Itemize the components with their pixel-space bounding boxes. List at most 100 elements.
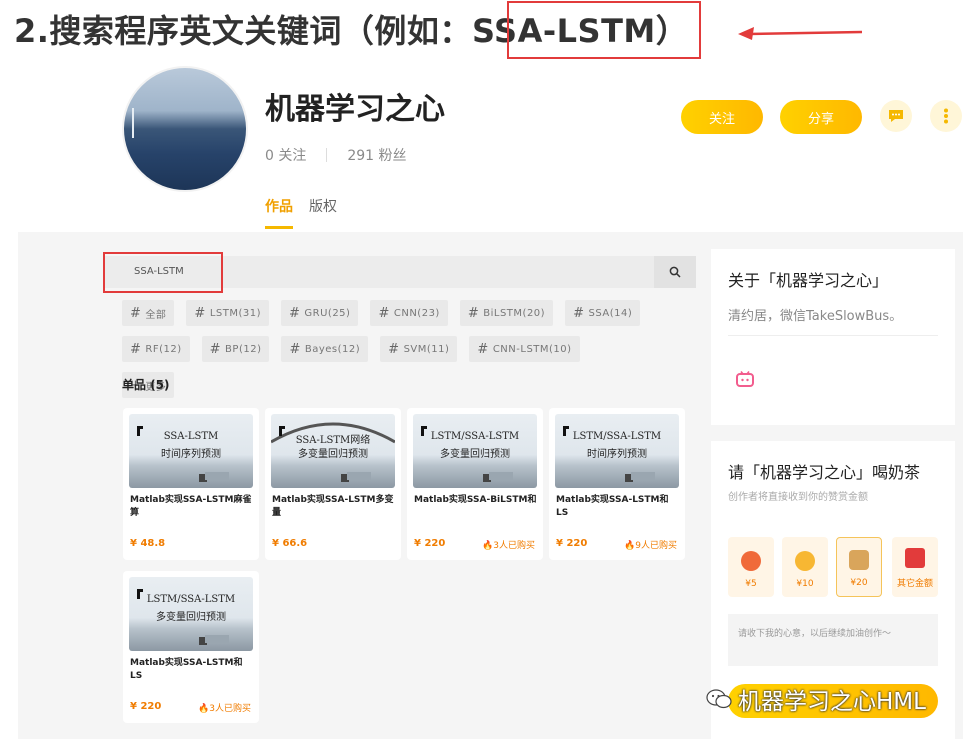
tag-label: GRU(25) [304,307,351,319]
product-thumbnail: SSA-LSTM网络 多变量回归预测 [271,414,395,488]
watermark-text: 机器学习之心HML [738,689,926,715]
fire-icon: 🔥 [624,541,636,551]
page-root: 2.搜索程序英文关键词（例如：SSA-LSTM） 机器学习之心 0 关注 291… [0,0,963,739]
search-button[interactable] [654,256,696,288]
thumb-bar [631,472,655,480]
about-divider [728,335,938,336]
buyers-text: 3人已购买 [209,704,251,714]
tag-ssa[interactable]: # SSA(14) [565,300,641,326]
tip-option-label: ¥5 [745,579,757,589]
hash-icon: # [130,305,142,321]
thumb-line-2: 时间序列预测 [587,449,647,460]
product-title: Matlab实现SSA-LSTM麻雀算 [130,495,252,518]
thumb-line-1: LSTM/SSA-LSTM [146,594,236,605]
watermark: 机器学习之心HML [706,682,926,716]
tag-label: CNN(23) [393,307,440,319]
product-price: ¥ 48.8 [130,538,166,549]
thumb-bar [205,635,229,643]
share-button[interactable]: 分享 [780,100,862,134]
more-button[interactable] [930,100,962,132]
stats-divider [326,148,328,162]
thumb-bar [347,472,371,480]
hash-icon: # [289,305,301,321]
tag-label: Bayes(12) [304,343,361,355]
works-count-label: 单品 (5) [122,378,170,392]
thumb-line-2: 多变量回归预测 [440,449,510,460]
product-title: Matlab实现SSA-LSTM和LS [556,495,669,518]
tip-option-20[interactable]: ¥20 [836,537,882,597]
product-title: Matlab实现SSA-LSTM和LS [130,658,243,681]
tag-label: 全部 [145,309,167,321]
tab-works[interactable]: 作品 [265,196,293,229]
chat-icon [889,110,903,122]
tip-option-label: 其它金额 [896,579,933,589]
tip-option-label: ¥10 [796,579,814,589]
tag-bilstm[interactable]: # BiLSTM(20) [459,300,554,326]
profile-tabs: 作品 版权 [265,196,337,229]
product-card[interactable]: LSTM/SSA-LSTM 多变量回归预测 Matlab实现SSA-BiLSTM… [407,408,543,560]
fire-icon: 🔥 [482,541,494,551]
tag-rf[interactable]: # RF(12) [122,336,190,362]
pointer-arrow-icon [738,27,863,40]
buyers-text: 3人已购买 [493,541,535,551]
hash-icon: # [194,305,206,321]
wechat-icon [706,689,732,709]
following-count[interactable]: 0 关注 [265,145,306,165]
tip-title: 请「机器学习之心」喝奶茶 [728,463,921,482]
product-price: ¥ 66.6 [272,538,308,549]
hash-icon: # [130,341,142,357]
tip-option-10[interactable]: ¥10 [782,537,828,597]
thumb-line-2: 多变量回归预测 [298,449,368,460]
tip-message-input[interactable]: 请收下我的心意，以后继续加油创作～ [728,614,938,666]
tag-label: SVM(11) [403,343,450,355]
thumb-line-1: LSTM/SSA-LSTM [430,431,520,442]
thumb-line-2: 时间序列预测 [161,449,221,460]
product-card[interactable]: SSA-LSTM网络 多变量回归预测 Matlab实现SSA-LSTM多变量 ¥… [265,408,401,560]
about-description: 清约居，微信TakeSlowBus。 [728,309,903,324]
tip-option-label: ¥20 [850,578,868,588]
avatar[interactable] [122,66,248,192]
tag-lstm[interactable]: # LSTM(31) [186,300,269,326]
lantern-icon [741,551,761,571]
follow-button[interactable]: 关注 [681,100,763,134]
tag-label: LSTM(31) [209,307,261,319]
about-title: 关于「机器学习之心」 [728,271,889,290]
tag-cnn[interactable]: # CNN(23) [370,300,448,326]
tag-all[interactable]: # 全部 [122,300,175,326]
product-thumbnail: LSTM/SSA-LSTM 多变量回归预测 [413,414,537,488]
tag-gru[interactable]: # GRU(25) [281,300,359,326]
hash-icon: # [209,341,222,357]
product-card[interactable]: LSTM/SSA-LSTM 时间序列预测 Matlab实现SSA-LSTM和LS… [549,408,685,560]
tab-copyright[interactable]: 版权 [309,196,337,229]
tag-cnn-lstm[interactable]: # CNN-LSTM(10) [469,336,580,362]
tag-label: BP(12) [225,343,262,355]
about-card: 关于「机器学习之心」 清约居，微信TakeSlowBus。 [711,249,955,425]
hash-icon: # [388,341,400,357]
chat-button[interactable] [880,100,912,132]
thumb-bar [205,472,229,480]
hash-icon: # [477,341,489,357]
thumb-line-2: 多变量回归预测 [156,612,226,623]
product-thumbnail: LSTM/SSA-LSTM 多变量回归预测 [129,577,253,651]
tag-label: CNN-LSTM(10) [492,343,572,355]
tip-option-custom[interactable]: 其它金额 [892,537,938,597]
bilibili-icon[interactable] [736,371,754,387]
product-thumbnail: LSTM/SSA-LSTM 时间序列预测 [555,414,679,488]
product-title: Matlab实现SSA-LSTM多变量 [272,495,394,518]
search-highlight-box [103,252,223,293]
tag-svm[interactable]: # SVM(11) [380,336,458,362]
buyers-count: 🔥3人已购买 [482,538,535,551]
thumb-bar [489,472,513,480]
tip-option-5[interactable]: ¥5 [728,537,774,597]
tag-bayes[interactable]: # Bayes(12) [281,336,369,362]
avatar-boat-mast [132,108,134,138]
product-thumbnail: SSA-LSTM 时间序列预测 [129,414,253,488]
followers-count[interactable]: 291 粉丝 [347,145,406,165]
tag-bp[interactable]: # BP(12) [201,336,270,362]
product-card[interactable]: LSTM/SSA-LSTM 多变量回归预测 Matlab实现SSA-LSTM和L… [123,571,259,723]
thumb-line-1: LSTM/SSA-LSTM [572,431,662,442]
product-card[interactable]: SSA-LSTM 时间序列预测 Matlab实现SSA-LSTM麻雀算 ¥ 48… [123,408,259,560]
milk-tea-icon [849,550,869,570]
fire-icon: 🔥 [198,704,210,714]
thumb-line-1: SSA-LSTM网络 [295,435,371,446]
